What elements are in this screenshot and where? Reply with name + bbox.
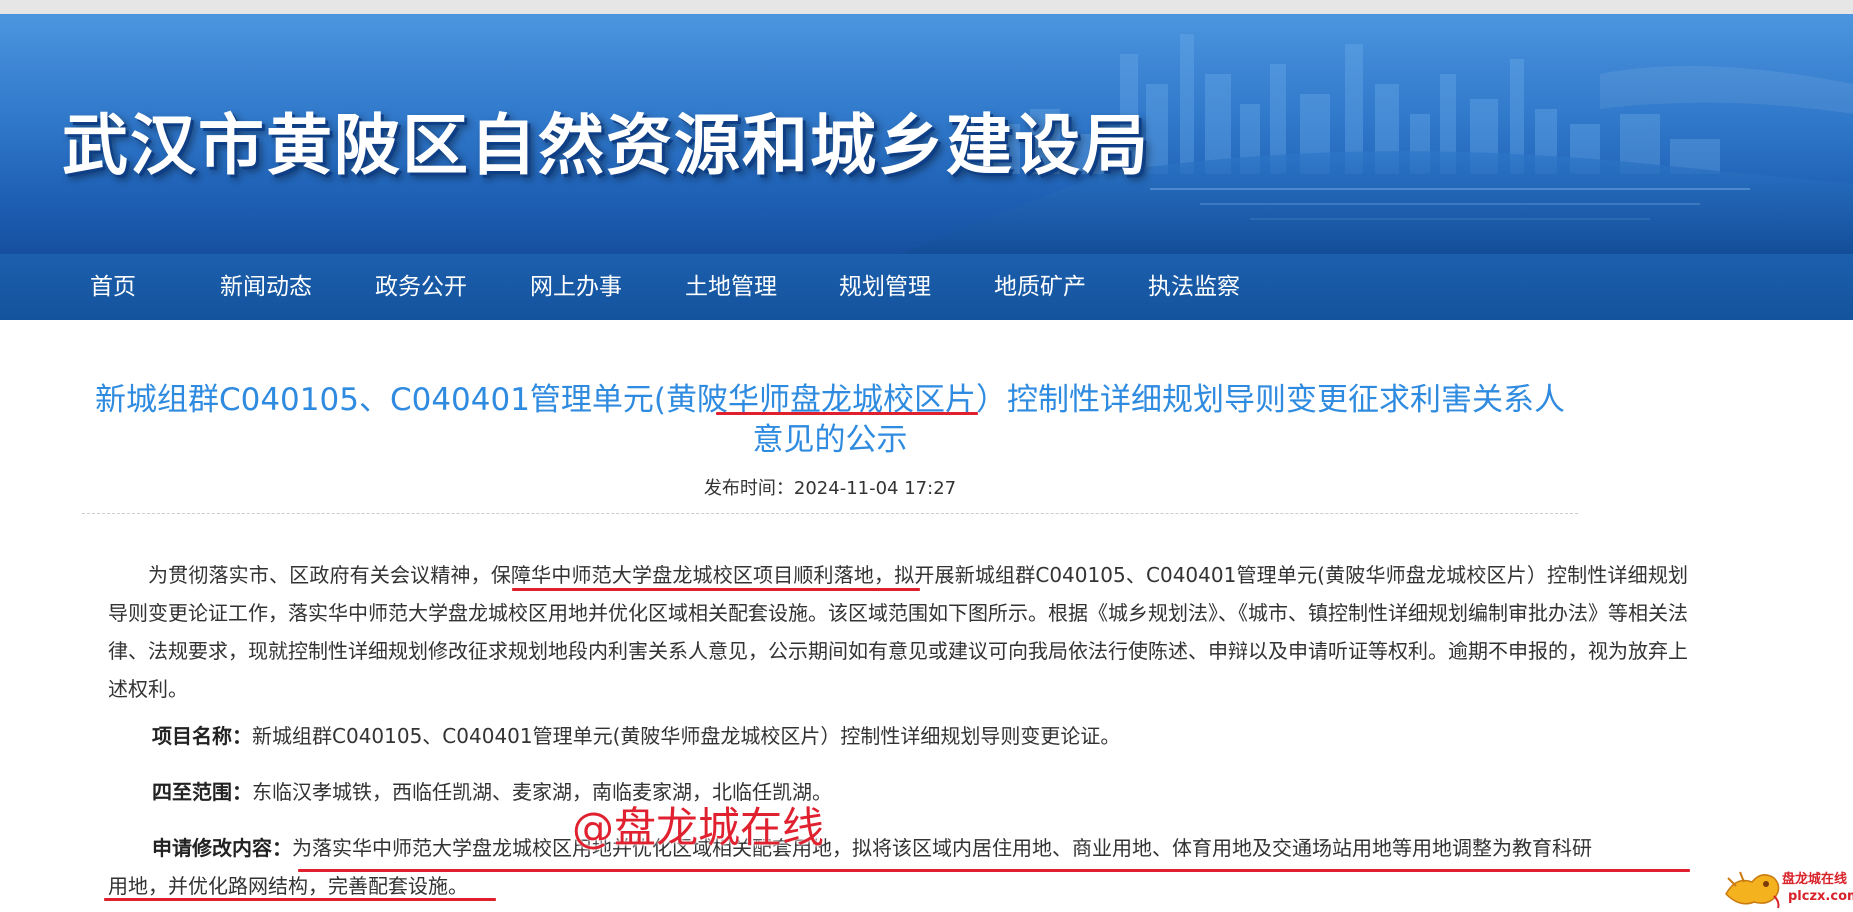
project-name-row: 项目名称：新城组群C040105、C040401管理单元(黄陂华师盘龙城校区片）… bbox=[108, 717, 1688, 755]
site-title: 武汉市黄陂区自然资源和城乡建设局 bbox=[62, 106, 1150, 184]
nav-item-gov-affairs[interactable]: 政务公开 bbox=[375, 254, 467, 320]
corner-logo-url: plczx.com bbox=[1788, 889, 1853, 904]
nav-item-planning-management[interactable]: 规划管理 bbox=[839, 254, 931, 320]
main-nav: 首页 新闻动态 政务公开 网上办事 土地管理 规划管理 地质矿产 执法监察 bbox=[0, 254, 1853, 320]
watermark-text: @盘龙城在线 bbox=[572, 803, 825, 852]
modification-content-value: 为落实华中师范大学盘龙城校区用地并优化区域相关配套用地，拟将该区域内居住用地、商… bbox=[292, 836, 1592, 860]
nav-item-home[interactable]: 首页 bbox=[90, 254, 136, 320]
red-underline-paragraph bbox=[512, 588, 920, 591]
article: 新城组群C040105、C040401管理单元(黄陂华师盘龙城校区片）控制性详细… bbox=[0, 320, 1853, 912]
red-underline-modification-1 bbox=[298, 869, 1690, 872]
article-title: 新城组群C040105、C040401管理单元(黄陂华师盘龙城校区片）控制性详细… bbox=[80, 380, 1580, 460]
project-name-value: 新城组群C040105、C040401管理单元(黄陂华师盘龙城校区片）控制性详细… bbox=[252, 724, 1121, 748]
modification-content-value-continued: 用地，并优化路网结构，完善配套设施。 bbox=[108, 874, 468, 898]
site-banner: 武汉市黄陂区自然资源和城乡建设局 bbox=[0, 14, 1853, 254]
article-title-line-2: 意见的公示 bbox=[752, 422, 908, 458]
red-underline-title bbox=[716, 412, 978, 415]
modification-content-row: 申请修改内容：为落实华中师范大学盘龙城校区用地并优化区域相关配套用地，拟将该区域… bbox=[108, 829, 1688, 867]
project-name-label: 项目名称： bbox=[152, 724, 252, 748]
title-divider bbox=[82, 513, 1578, 514]
nav-item-land-management[interactable]: 土地管理 bbox=[685, 254, 777, 320]
nav-item-law-enforcement[interactable]: 执法监察 bbox=[1148, 254, 1240, 320]
nav-item-geology-minerals[interactable]: 地质矿产 bbox=[994, 254, 1086, 320]
article-body: 为贯彻落实市、区政府有关会议精神，保障华中师范大学盘龙城校区项目顺利落地，拟开展… bbox=[108, 556, 1688, 905]
browser-top-strip bbox=[0, 0, 1853, 14]
page: 武汉市黄陂区自然资源和城乡建设局 首页 新闻动态 政务公开 网上办事 土地管理 … bbox=[0, 0, 1853, 912]
nav-item-news[interactable]: 新闻动态 bbox=[220, 254, 312, 320]
corner-logo-name: 盘龙城在线 bbox=[1782, 872, 1848, 887]
publish-time: 2024-11-04 17:27 bbox=[793, 478, 957, 499]
boundary-label: 四至范围： bbox=[152, 780, 252, 804]
nav-item-online-services[interactable]: 网上办事 bbox=[530, 254, 622, 320]
boundary-row: 四至范围：东临汉孝城铁，西临任凯湖、麦家湖，南临麦家湖，北临任凯湖。 bbox=[108, 773, 1688, 811]
modification-content-label: 申请修改内容： bbox=[152, 836, 292, 860]
publish-info: 发布时间：2024-11-04 17:27 bbox=[80, 474, 1580, 500]
red-underline-modification-2 bbox=[104, 898, 496, 901]
publish-label: 发布时间： bbox=[703, 478, 794, 499]
intro-paragraph: 为贯彻落实市、区政府有关会议精神，保障华中师范大学盘龙城校区项目顺利落地，拟开展… bbox=[108, 563, 1688, 701]
